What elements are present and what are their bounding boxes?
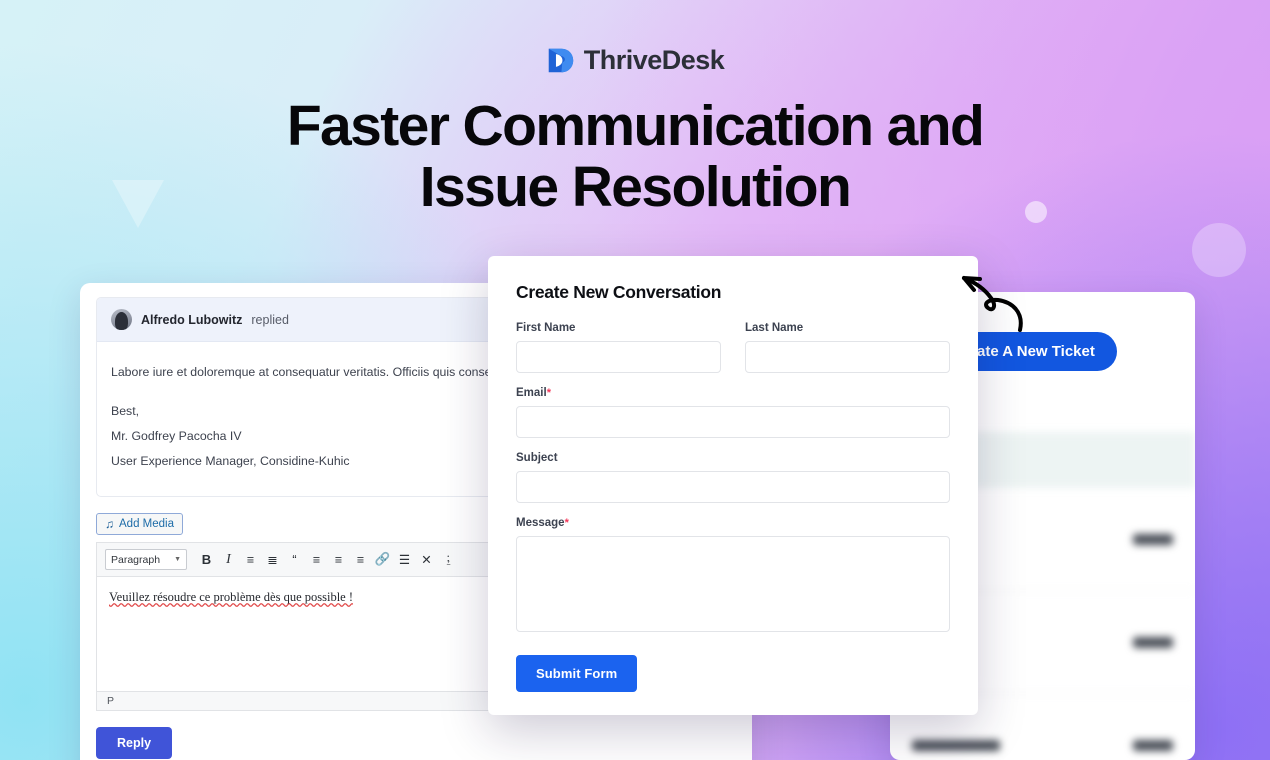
message-action: replied [251, 312, 289, 327]
headline-line-2: Issue Resolution [419, 155, 852, 219]
reply-button[interactable]: Reply [96, 727, 173, 759]
align-right-icon[interactable]: ≡ [351, 550, 370, 569]
row-status-placeholder [1133, 533, 1173, 545]
modal-title: Create New Conversation [516, 282, 722, 302]
align-left-icon[interactable]: ≡ [307, 550, 326, 569]
page-title: Faster Communication and Issue Resolutio… [0, 96, 1270, 218]
chevron-down-icon: ▼ [174, 556, 181, 563]
email-label: Email* [516, 387, 950, 399]
editor-content-text: Veuillez résoudre ce problème dès que po… [109, 590, 354, 604]
headline-line-1: Faster Communication and [286, 94, 985, 158]
submit-form-button[interactable]: Submit Form [516, 655, 638, 692]
page-root: ThriveDesk Faster Communication and Issu… [0, 0, 1270, 760]
message-label-text: Message [516, 517, 565, 529]
email-label-text: Email [516, 387, 547, 399]
brand-name: ThriveDesk [583, 45, 725, 75]
message-author: Alfredo Lubowitz [141, 312, 243, 327]
first-name-input[interactable] [516, 341, 721, 373]
last-name-input[interactable] [745, 341, 950, 373]
message-textarea[interactable] [516, 536, 950, 632]
subject-label-text: Subject [516, 452, 558, 464]
bold-icon[interactable]: B [197, 550, 216, 569]
paragraph-format-select[interactable]: Paragraph ▼ [105, 549, 187, 570]
message-label: Message* [516, 517, 950, 529]
blockquote-icon[interactable]: “ [285, 550, 304, 569]
decorative-circle-large [1192, 223, 1246, 277]
read-more-icon[interactable]: ☰ [395, 550, 414, 569]
subject-input[interactable] [516, 471, 950, 503]
row-title-placeholder [912, 740, 1000, 751]
required-marker: * [546, 387, 551, 399]
first-name-label: First Name [516, 322, 721, 334]
last-name-label-text: Last Name [745, 322, 804, 334]
toolbar-toggle-icon[interactable]: ⍮ [439, 550, 458, 569]
add-media-button[interactable]: ♫ Add Media [96, 513, 183, 535]
media-photo-icon: ♫ [105, 517, 114, 531]
last-name-label: Last Name [745, 322, 950, 334]
brand-lockup: ThriveDesk [0, 45, 1270, 76]
first-name-label-text: First Name [516, 322, 576, 334]
numbered-list-icon[interactable]: ≣ [263, 550, 282, 569]
paragraph-format-value: Paragraph [111, 553, 161, 566]
row-status-placeholder [1133, 636, 1173, 648]
align-center-icon[interactable]: ≡ [329, 550, 348, 569]
required-marker: * [564, 517, 569, 529]
curved-arrow-icon [962, 276, 1023, 332]
avatar [111, 309, 132, 330]
insert-link-icon[interactable]: 🔗 [373, 550, 392, 569]
fullscreen-icon[interactable]: ✕ [417, 550, 436, 569]
bulleted-list-icon[interactable]: ≡ [241, 550, 260, 569]
subject-label: Subject [516, 452, 950, 464]
thrivedesk-d-logo-icon [548, 48, 573, 73]
row-status-placeholder [1133, 740, 1173, 751]
italic-icon[interactable]: I [219, 550, 238, 569]
email-field[interactable] [516, 406, 950, 438]
add-media-label: Add Media [119, 518, 174, 530]
create-conversation-modal: Create New Conversation First Name Last … [488, 256, 978, 715]
